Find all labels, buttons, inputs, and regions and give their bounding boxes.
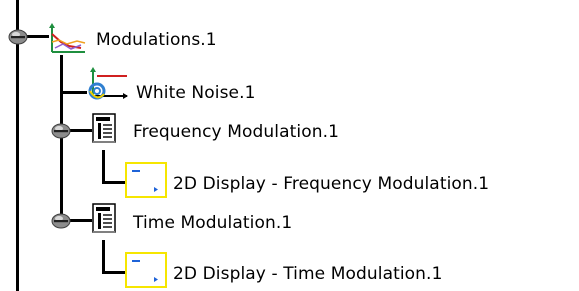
- tree-node-label: 2D Display - Time Modulation.1: [173, 264, 443, 284]
- modulation-set-icon: [49, 23, 86, 53]
- tree-node-label: Frequency Modulation.1: [133, 122, 339, 142]
- frequency-child-vertical: [102, 150, 105, 184]
- tree-node-label: White Noise.1: [136, 83, 256, 103]
- time-mod-collapse-toggle[interactable]: [50, 212, 74, 230]
- frequency-mod-collapse-toggle[interactable]: [50, 122, 74, 140]
- frequency-child-horizontal: [102, 181, 126, 184]
- tree-node-label: Modulations.1: [96, 30, 217, 50]
- time-child-horizontal: [102, 271, 126, 274]
- white-noise-icon: [88, 67, 128, 100]
- tree-node-label: 2D Display - Frequency Modulation.1: [173, 174, 490, 194]
- tree-node-label: Time Modulation.1: [133, 213, 293, 233]
- root-collapse-toggle[interactable]: [7, 28, 31, 46]
- specification-tree: Modulations.1 White Noise.1 Frequency Mo…: [0, 0, 579, 291]
- document-icon: [92, 113, 116, 143]
- 2d-display-icon: [125, 252, 167, 288]
- 2d-display-icon: [125, 162, 167, 198]
- document-icon: [92, 203, 116, 233]
- time-child-vertical: [102, 240, 105, 274]
- white-noise-connector: [60, 91, 87, 94]
